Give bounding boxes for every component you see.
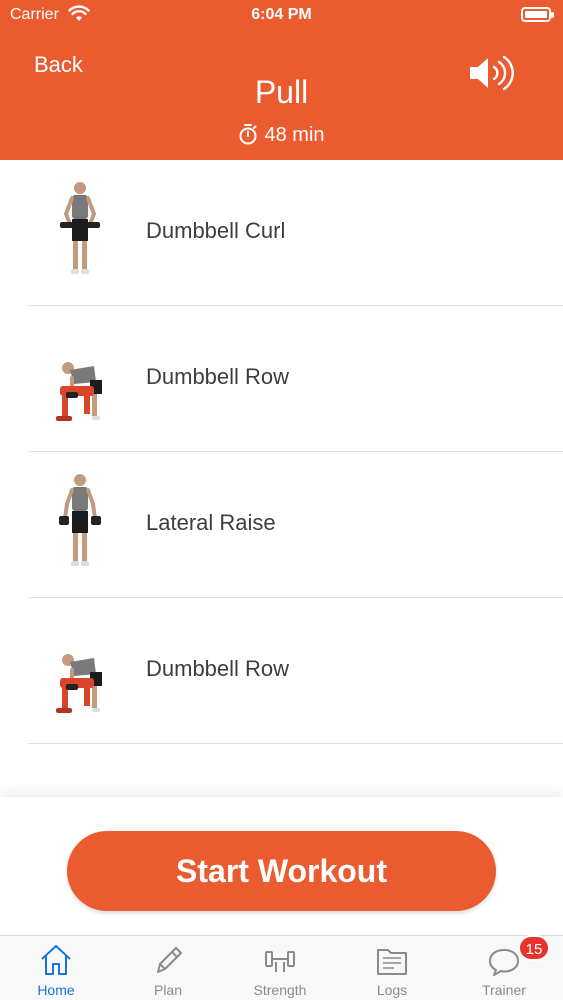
tab-strength[interactable]: Strength <box>224 936 336 1000</box>
battery-icon <box>521 7 554 22</box>
home-icon <box>41 945 71 975</box>
exercise-thumbnail <box>56 654 102 713</box>
row-divider <box>28 743 563 744</box>
start-workout-area: Start Workout <box>0 797 563 935</box>
tab-plan[interactable]: Plan <box>112 936 224 1000</box>
exercise-list: Dumbbell Curl Dumbbell Row Lateral Raise… <box>0 160 563 800</box>
tab-logs[interactable]: Logs <box>336 936 448 1000</box>
tab-label: Home <box>37 982 75 998</box>
status-bar: Carrier 6:04 PM <box>0 0 563 30</box>
exercise-row[interactable]: Dumbbell Curl <box>0 160 563 306</box>
exercise-name: Dumbbell Row <box>146 656 290 681</box>
trainer-notification-badge: 15 <box>518 935 550 961</box>
exercise-name: Lateral Raise <box>146 510 276 535</box>
chat-icon <box>489 949 519 976</box>
exercise-thumbnail <box>60 182 100 274</box>
stopwatch-icon <box>239 124 257 145</box>
pencil-icon <box>157 947 182 973</box>
exercise-name: Dumbbell Row <box>146 364 290 389</box>
speaker-icon[interactable] <box>466 53 516 93</box>
tab-label: Plan <box>153 982 183 998</box>
top-header: Carrier 6:04 PM Back Pull 48 min <box>0 0 563 160</box>
tab-bar: Home Plan Strength Logs Trainer <box>0 935 563 1000</box>
status-time: 6:04 PM <box>251 6 312 23</box>
exercise-thumbnail <box>56 362 102 421</box>
exercise-row[interactable]: Lateral Raise <box>0 452 563 598</box>
folder-icon <box>377 949 407 975</box>
dumbbell-icon <box>265 951 295 972</box>
tab-label: Strength <box>253 982 307 998</box>
tab-label: Trainer <box>482 982 526 998</box>
exercise-thumbnail <box>59 474 101 566</box>
exercise-row[interactable]: Dumbbell Row <box>0 598 563 744</box>
tab-label: Logs <box>376 982 408 998</box>
exercise-name: Dumbbell Curl <box>146 218 286 243</box>
workout-duration: 48 min <box>0 123 563 147</box>
duration-label: 48 min <box>264 124 325 146</box>
exercise-row[interactable]: Dumbbell Row <box>0 306 563 452</box>
start-workout-button[interactable]: Start Workout <box>67 831 496 911</box>
tab-home[interactable]: Home <box>0 936 112 1000</box>
